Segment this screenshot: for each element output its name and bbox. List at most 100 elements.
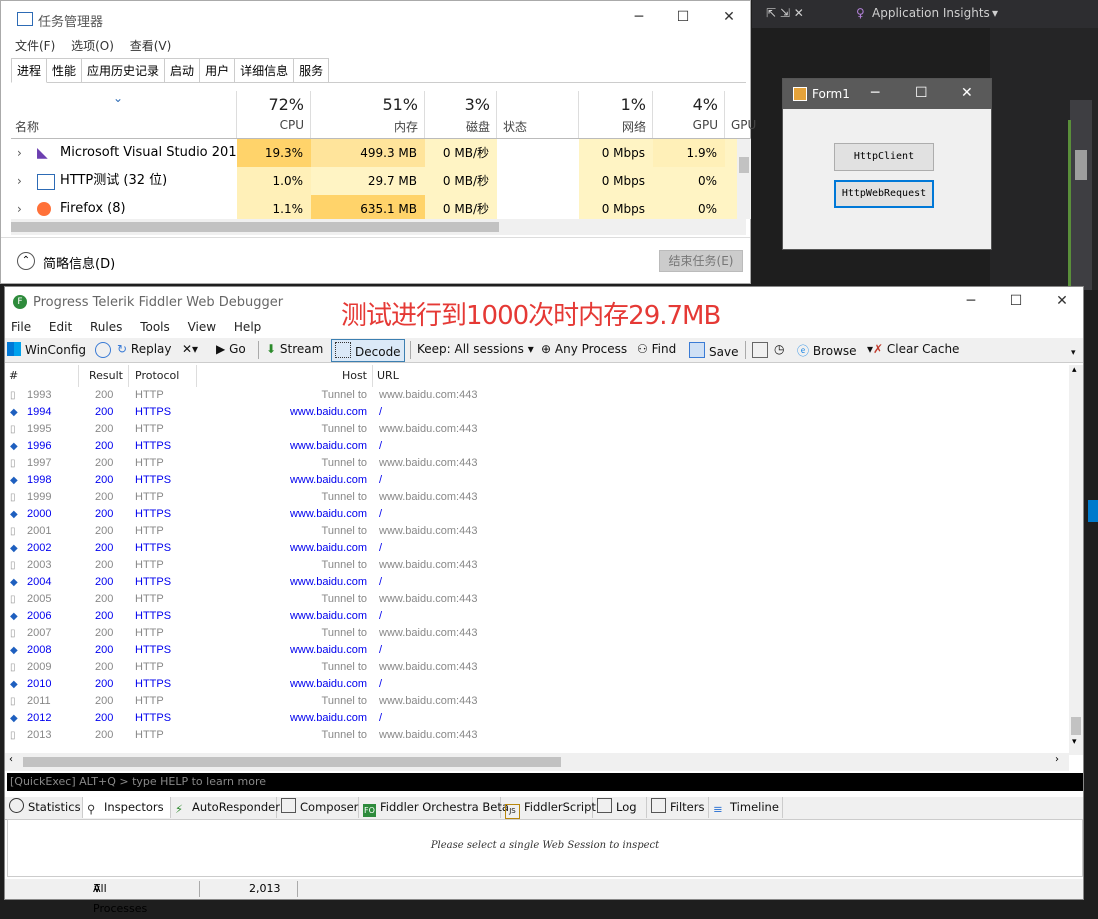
col-protocol-header[interactable]: Protocol	[129, 365, 197, 387]
screenshot-button[interactable]	[752, 342, 772, 359]
table-row[interactable]: ▯ 1995 200 HTTP Tunnel to www.baidu.com:443	[5, 421, 1069, 438]
remove-button[interactable]: ✕▾	[182, 342, 198, 356]
session-vscroll-thumb[interactable]	[1071, 717, 1081, 735]
table-row[interactable]: ◆ 2008 200 HTTPS www.baidu.com /	[5, 642, 1069, 659]
tm-hscroll-thumb[interactable]	[11, 222, 499, 232]
menu-rules[interactable]: Rules	[90, 320, 122, 334]
tab-fiddler-orchestra[interactable]: FO Fiddler Orchestra Beta	[359, 797, 509, 818]
col-gpu-engine-header[interactable]: GPU	[725, 91, 756, 138]
table-row[interactable]: ◆ 2000 200 HTTPS www.baidu.com /	[5, 506, 1069, 523]
table-row[interactable]: ◆ 2012 200 HTTPS www.baidu.com /	[5, 710, 1069, 727]
table-row[interactable]: ▯ 2001 200 HTTP Tunnel to www.baidu.com:443	[5, 523, 1069, 540]
close-button[interactable]: ✕	[1050, 293, 1074, 313]
fewer-details-link[interactable]: 简略信息(D)	[43, 253, 115, 272]
chevron-down-icon[interactable]: ▾	[992, 6, 998, 20]
comment-button[interactable]	[95, 342, 115, 359]
tab-processes[interactable]: 进程	[11, 58, 48, 83]
scroll-up-icon[interactable]: ▴	[1072, 365, 1077, 375]
tab-app-history[interactable]: 应用历史记录	[81, 58, 166, 82]
maximize-button[interactable]: ☐	[1004, 293, 1028, 313]
clear-cache-button[interactable]: ▾✗ Clear Cache	[867, 342, 959, 356]
tm-hscrollbar[interactable]	[11, 219, 746, 235]
table-row[interactable]: ◆ 1994 200 HTTPS www.baidu.com /	[5, 404, 1069, 421]
replay-button[interactable]: ↻ Replay	[117, 342, 171, 356]
menu-file[interactable]: File	[11, 320, 31, 334]
table-row[interactable]: ▯ 2005 200 HTTP Tunnel to www.baidu.com:443	[5, 591, 1069, 608]
scroll-left-icon[interactable]: ‹	[9, 754, 13, 765]
col-mem-header[interactable]: 51% 内存	[311, 91, 425, 138]
scroll-right-icon[interactable]: ›	[1055, 754, 1059, 765]
close-button[interactable]: ✕	[717, 9, 741, 29]
table-row[interactable]: ▯ 2007 200 HTTP Tunnel to www.baidu.com:443	[5, 625, 1069, 642]
table-row[interactable]: ◆ 1998 200 HTTPS www.baidu.com /	[5, 472, 1069, 489]
table-row[interactable]: ▯ 2003 200 HTTP Tunnel to www.baidu.com:443	[5, 557, 1069, 574]
session-vscrollbar[interactable]: ▴ ▾	[1069, 365, 1083, 755]
collapse-up-icon[interactable]: ⌃	[17, 252, 35, 270]
table-row[interactable]: ◆ 2006 200 HTTPS www.baidu.com /	[5, 608, 1069, 625]
minimize-button[interactable]: ─	[871, 85, 879, 101]
tab-startup[interactable]: 启动	[164, 58, 201, 82]
go-button[interactable]: ▶ Go	[216, 342, 246, 356]
httpwebrequest-button[interactable]: HttpWebRequest	[834, 180, 934, 208]
menu-view[interactable]: 查看(V)	[130, 39, 172, 53]
quickexec-input[interactable]: [QuickExec] ALT+Q > type HELP to learn m…	[7, 773, 1083, 791]
tab-statistics[interactable]: Statistics	[5, 797, 83, 818]
browse-button[interactable]: ⓔ Browse	[797, 342, 857, 359]
menu-edit[interactable]: Edit	[49, 320, 72, 334]
col-url-header[interactable]: URL	[373, 365, 673, 387]
col-disk-header[interactable]: 3% 磁盘	[425, 91, 497, 138]
tab-fiddlerscript[interactable]: JS FiddlerScript	[501, 797, 596, 819]
table-row[interactable]: ◆ 2004 200 HTTPS www.baidu.com /	[5, 574, 1069, 591]
table-row[interactable]: ◆ 1996 200 HTTPS www.baidu.com /	[5, 438, 1069, 455]
minimize-button[interactable]: ─	[627, 9, 651, 29]
tab-users[interactable]: 用户	[199, 58, 236, 82]
toolbar-overflow-icon[interactable]: ▾	[1071, 348, 1076, 358]
scroll-down-icon[interactable]: ▾	[1072, 737, 1077, 747]
col-host-header[interactable]: Host	[197, 365, 373, 387]
tab-inspectors[interactable]: ⚲ Inspectors	[83, 797, 171, 818]
tab-timeline[interactable]: ≡ Timeline	[709, 797, 783, 818]
tm-vscroll-thumb[interactable]	[739, 157, 749, 173]
table-row[interactable]: ◆ 2002 200 HTTPS www.baidu.com /	[5, 540, 1069, 557]
decode-button[interactable]: Decode	[331, 339, 405, 362]
table-row[interactable]: ◆ 2010 200 HTTPS www.baidu.com /	[5, 676, 1069, 693]
tab-log[interactable]: Log	[593, 797, 647, 818]
tm-vscrollbar[interactable]	[737, 139, 751, 219]
any-process-button[interactable]: ⊕ Any Process	[541, 342, 627, 356]
menu-view[interactable]: View	[188, 320, 216, 334]
session-hscroll-thumb[interactable]	[23, 757, 561, 767]
tab-autoresponder[interactable]: ⚡ AutoResponder	[171, 797, 280, 818]
save-button[interactable]: Save	[689, 342, 738, 359]
find-button[interactable]: ⚇ Find	[637, 342, 676, 356]
expand-chevron-icon[interactable]: ›	[17, 167, 22, 195]
app-insights-button[interactable]: Application Insights	[872, 6, 990, 20]
end-task-button[interactable]: 结束任务(E)	[659, 250, 743, 272]
keep-sessions-dropdown[interactable]: Keep: All sessions ▾	[417, 342, 534, 356]
winconfig-button[interactable]: WinConfig	[7, 342, 86, 357]
maximize-button[interactable]: ☐	[671, 9, 695, 29]
session-hscrollbar[interactable]: ‹ ›	[5, 753, 1069, 771]
tab-services[interactable]: 服务	[293, 58, 330, 82]
table-row[interactable]: ▯ 2011 200 HTTP Tunnel to www.baidu.com:443	[5, 693, 1069, 710]
vs-nav-icon[interactable]: ⇱ ⇲ ✕	[766, 6, 804, 20]
menu-tools[interactable]: Tools	[140, 320, 170, 334]
tab-performance[interactable]: 性能	[46, 58, 83, 82]
col-num-header[interactable]: #	[5, 365, 79, 387]
vs-scrollbar[interactable]	[1070, 100, 1092, 290]
table-row[interactable]: ▯ 2009 200 HTTP Tunnel to www.baidu.com:443	[5, 659, 1069, 676]
tab-filters[interactable]: Filters	[647, 797, 709, 818]
close-button[interactable]: ✕	[961, 85, 973, 101]
col-net-header[interactable]: 1% 网络	[579, 91, 653, 138]
menu-file[interactable]: 文件(F)	[15, 39, 55, 53]
process-row[interactable]: › HTTP测试 (32 位) 1.0% 29.7 MB 0 MB/秒 0 Mb…	[11, 167, 751, 195]
process-row[interactable]: › ◣ Microsoft Visual Studio 201... 19.3%…	[11, 139, 751, 167]
httpclient-button[interactable]: HttpClient	[834, 143, 934, 171]
tab-composer[interactable]: Composer	[277, 797, 359, 818]
col-result-header[interactable]: Result	[79, 365, 129, 387]
col-name-header[interactable]: ⌄ 名称	[11, 91, 237, 138]
menu-help[interactable]: Help	[234, 320, 261, 334]
table-row[interactable]: ▯ 2013 200 HTTP Tunnel to www.baidu.com:443	[5, 727, 1069, 744]
table-row[interactable]: ▯ 1997 200 HTTP Tunnel to www.baidu.com:443	[5, 455, 1069, 472]
menu-options[interactable]: 选项(O)	[71, 39, 114, 53]
col-status-header[interactable]: 状态	[497, 91, 579, 138]
